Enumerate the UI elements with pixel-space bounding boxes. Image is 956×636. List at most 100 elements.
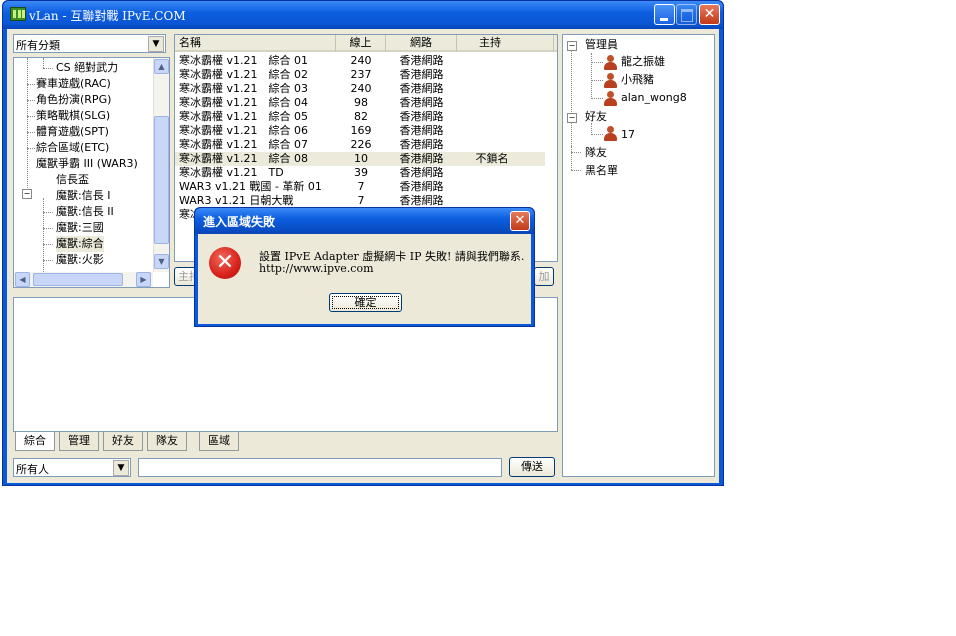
cell-name: 寒冰霸權 v1.21 綜合 06	[179, 124, 308, 137]
dialog-title-bar[interactable]: 進入區域失敗 ✕	[195, 208, 534, 234]
cell-name: 寒冰霸權 v1.21 綜合 05	[179, 110, 308, 123]
column-header-online[interactable]: 線上	[336, 35, 386, 52]
tree-item[interactable]: 魔獸爭霸 III (WAR3)	[36, 156, 138, 172]
cell-host	[457, 138, 527, 152]
column-header-name[interactable]: 名稱	[175, 35, 336, 52]
collapse-icon[interactable]: −	[567, 41, 577, 51]
chevron-down-icon[interactable]: ▼	[148, 36, 164, 52]
tree-item[interactable]: 信長盃	[56, 172, 89, 188]
cell-network: 香港網路	[399, 194, 444, 207]
cell-name: 寒冰霸權 v1.21 綜合 01	[179, 54, 308, 67]
tab-admin[interactable]: 管理	[59, 432, 99, 451]
table-row[interactable]: WAR3 v1.21 戰國 - 革新 01 7 香港網路	[175, 180, 545, 194]
tab-general[interactable]: 綜合	[15, 432, 55, 451]
ok-button[interactable]: 確定	[329, 293, 402, 312]
table-row[interactable]: 寒冰霸權 v1.21 綜合 05 82 香港網路	[175, 110, 545, 124]
cell-network: 香港網路	[399, 82, 444, 95]
title-bar[interactable]: vLan - 互聯對戰 IPvE.COM ✕	[3, 1, 723, 29]
dialog-body: ✕ 設置 IPvE Adapter 虛擬網卡 IP 失敗! 請與我們聯系. ht…	[198, 234, 531, 324]
tree-vscrollbar[interactable]: ▲ ▼	[153, 58, 169, 272]
column-header-host[interactable]: 主持	[457, 35, 554, 52]
user-group[interactable]: 好友	[585, 109, 607, 125]
error-x-icon: ✕	[209, 247, 241, 279]
category-tree[interactable]: − CS 絕對武力 賽車遊戲(RAC) 角色扮演(RPG) 策略戰棋(SLG) …	[13, 57, 170, 288]
column-header-network[interactable]: 網路	[386, 35, 457, 52]
cell-name: 寒冰霸權 v1.21 綜合 02	[179, 68, 308, 81]
user-group[interactable]: 管理員	[585, 37, 618, 53]
scroll-thumb[interactable]	[154, 116, 169, 244]
cell-name: 寒冰霸權 v1.21 綜合 04	[179, 96, 308, 109]
tree-item[interactable]: 魔獸:信長 I	[56, 188, 110, 204]
scroll-down-icon[interactable]: ▼	[154, 254, 169, 269]
cell-host	[457, 82, 527, 96]
scroll-left-icon[interactable]: ◀	[15, 272, 30, 287]
table-row[interactable]: WAR3 v1.21 日朝大戰 7 香港網路	[175, 194, 545, 208]
dialog-close-button[interactable]: ✕	[510, 211, 530, 231]
cell-online: 98	[354, 96, 368, 109]
user-item[interactable]: 龍之振雄	[621, 54, 665, 70]
collapse-icon[interactable]: −	[567, 113, 577, 123]
tree-item[interactable]: 角色扮演(RPG)	[36, 92, 111, 108]
user-group[interactable]: 隊友	[585, 145, 607, 161]
cell-network: 香港網路	[399, 152, 444, 165]
table-row[interactable]: 寒冰霸權 v1.21 TD 39 香港網路	[175, 166, 545, 180]
join-button[interactable]: 加	[534, 267, 554, 286]
table-row[interactable]: 寒冰霸權 v1.21 綜合 04 98 香港網路	[175, 96, 545, 110]
maximize-icon	[681, 9, 693, 22]
error-dialog: 進入區域失敗 ✕ ✕ 設置 IPvE Adapter 虛擬網卡 IP 失敗! 請…	[194, 207, 535, 327]
tree-item[interactable]: 魔獸:火影	[56, 252, 104, 268]
tab-teammates[interactable]: 隊友	[147, 432, 187, 451]
table-row[interactable]: 寒冰霸權 v1.21 綜合 08 10 香港網路 不鎖名	[175, 152, 545, 166]
table-row[interactable]: 寒冰霸權 v1.21 綜合 06 169 香港網路	[175, 124, 545, 138]
user-tree[interactable]: − 管理員 龍之振雄 小飛豬 alan_wong8 − 好友 17 隊友 黑名單	[562, 34, 715, 477]
table-row[interactable]: 寒冰霸權 v1.21 綜合 02 237 香港網路	[175, 68, 545, 82]
recipient-combo[interactable]: 所有人 ▼	[13, 458, 131, 477]
cell-network: 香港網路	[399, 124, 444, 137]
close-button[interactable]: ✕	[699, 4, 720, 25]
chevron-down-icon[interactable]: ▼	[113, 460, 129, 476]
minimize-icon	[660, 18, 668, 21]
tab-region[interactable]: 區域	[199, 432, 239, 451]
cell-network: 香港網路	[399, 68, 444, 81]
cell-host: 不鎖名	[475, 152, 509, 165]
cell-network: 香港網路	[399, 138, 444, 151]
minimize-button[interactable]	[654, 4, 675, 25]
dialog-url: http://www.ipve.com	[259, 262, 374, 275]
scroll-right-icon[interactable]: ▶	[136, 272, 151, 287]
cell-host	[457, 180, 527, 194]
cell-name: 寒冰霸權 v1.21 TD	[179, 166, 284, 179]
cell-name: WAR3 v1.21 日朝大戰	[179, 194, 294, 207]
tree-hscrollbar[interactable]: ◀ ▶	[14, 272, 153, 287]
send-button[interactable]: 傳送	[509, 457, 555, 477]
user-icon	[603, 126, 617, 142]
user-group[interactable]: 黑名單	[585, 163, 618, 179]
tree-item[interactable]: 魔獸:信長 II	[56, 204, 114, 220]
maximize-button[interactable]	[676, 4, 697, 25]
tab-friends[interactable]: 好友	[103, 432, 143, 451]
scroll-hthumb[interactable]	[33, 273, 123, 286]
cell-network: 香港網路	[399, 110, 444, 123]
table-row[interactable]: 寒冰霸權 v1.21 綜合 01 240 香港網路	[175, 54, 545, 68]
category-combo[interactable]: 所有分類 ▼	[13, 34, 166, 53]
user-item[interactable]: alan_wong8	[621, 90, 687, 106]
tree-item[interactable]: CS 絕對武力	[56, 60, 118, 76]
tree-item[interactable]: 綜合區域(ETC)	[36, 140, 109, 156]
cell-host	[457, 96, 527, 110]
cell-name: 寒冰霸權 v1.21 綜合 08	[179, 152, 308, 165]
collapse-icon[interactable]: −	[22, 189, 32, 199]
tree-item[interactable]: 策略戰棋(SLG)	[36, 108, 110, 124]
tree-item[interactable]: 體育遊戲(SPT)	[36, 124, 109, 140]
scroll-up-icon[interactable]: ▲	[154, 59, 169, 74]
user-icon	[603, 73, 617, 89]
table-row[interactable]: 寒冰霸權 v1.21 綜合 03 240 香港網路	[175, 82, 545, 96]
close-icon: ✕	[514, 213, 526, 228]
tree-item[interactable]: 魔獸:三國	[56, 220, 104, 236]
message-input[interactable]	[138, 458, 502, 477]
tree-item[interactable]: 賽車遊戲(RAC)	[36, 76, 111, 92]
user-item[interactable]: 17	[621, 127, 635, 143]
cell-host	[457, 54, 527, 68]
table-row[interactable]: 寒冰霸權 v1.21 綜合 07 226 香港網路	[175, 138, 545, 152]
tree-item-selected[interactable]: 魔獸:綜合	[56, 236, 104, 252]
cell-host	[457, 194, 527, 208]
user-item[interactable]: 小飛豬	[621, 72, 654, 88]
